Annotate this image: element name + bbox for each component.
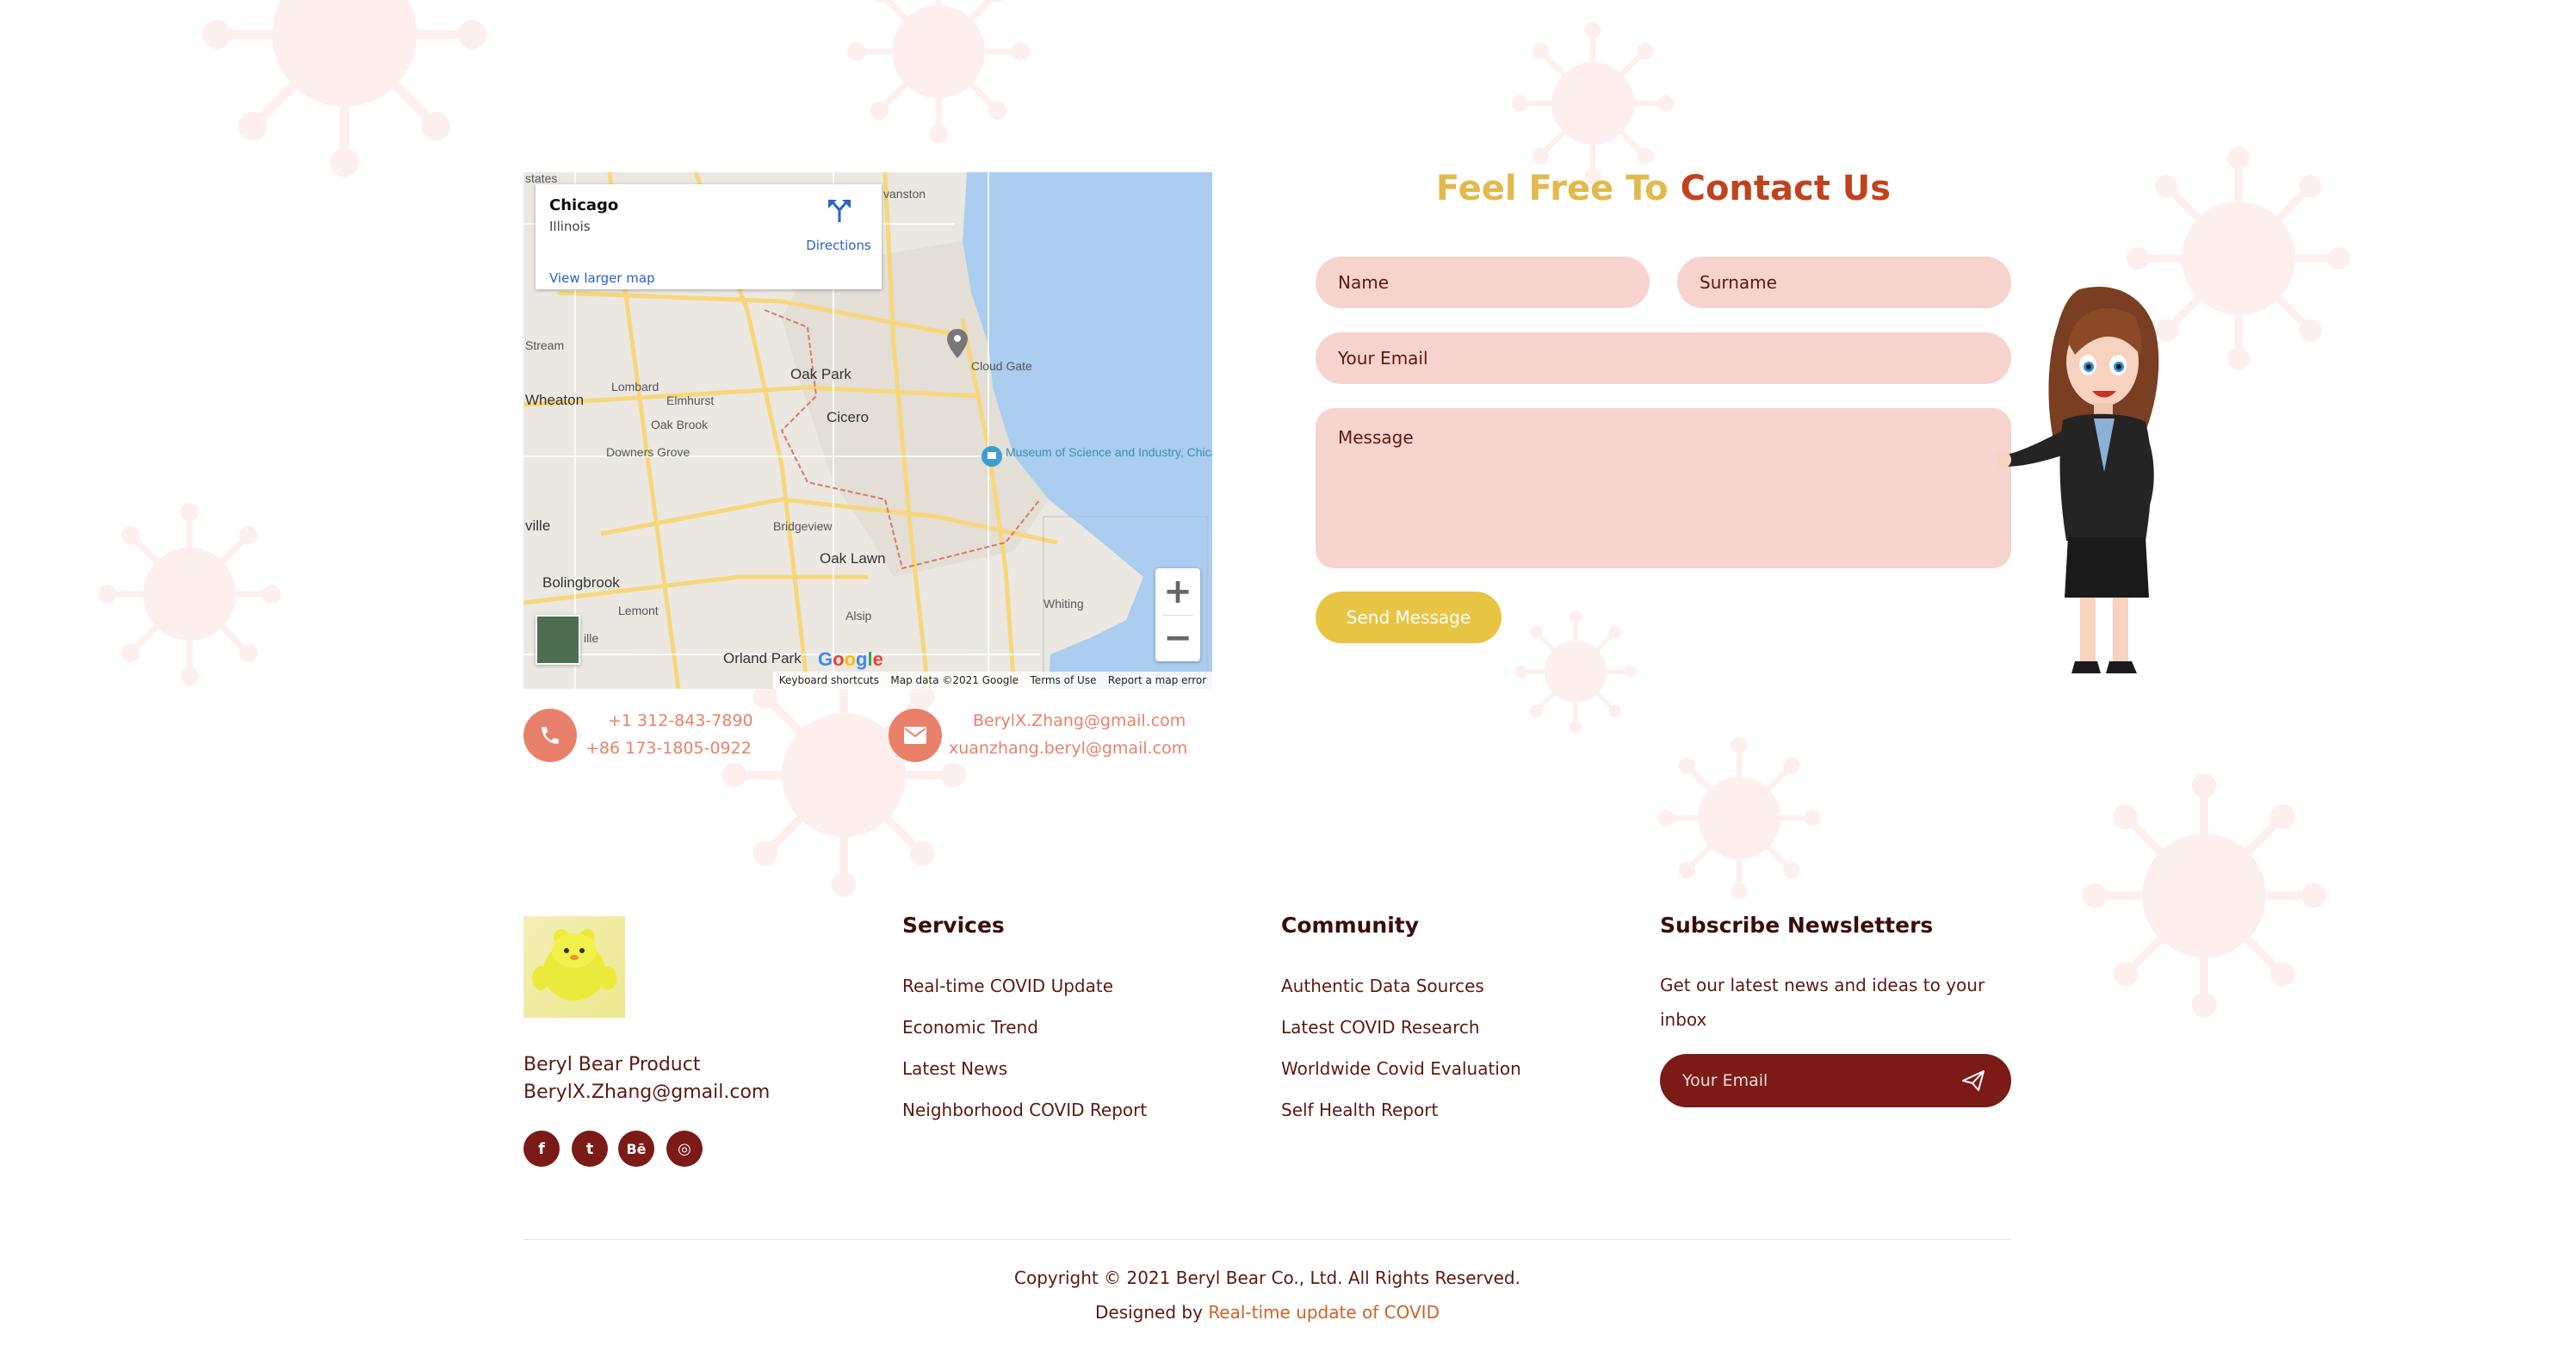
map-data-text: Map data ©2021 Google [890, 674, 1019, 686]
map-label: ville [525, 518, 550, 534]
services-link[interactable]: Latest News [902, 1058, 1007, 1079]
map-label: Cloud Gate [971, 359, 1032, 373]
send-message-button[interactable]: Send Message [1316, 592, 1502, 643]
footer-divider [523, 1239, 2011, 1240]
map-label: Lombard [611, 380, 659, 394]
behance-icon[interactable]: Bē [618, 1131, 654, 1167]
map-label: Cicero [827, 409, 869, 425]
map-label: Stream [525, 338, 564, 352]
services-heading: Services [902, 913, 1005, 938]
surname-input[interactable] [1677, 257, 2011, 308]
map-label: Downers Grove [606, 445, 690, 459]
copyright-text: Copyright © 2021 Beryl Bear Co., Ltd. Al… [1014, 1268, 1520, 1288]
phone-number-1[interactable]: +1 312-843-7890 [608, 711, 753, 730]
businesswoman-illustration [1997, 286, 2159, 673]
newsletter-heading: Subscribe Newsletters [1660, 913, 1934, 938]
map-label: Whiting [1043, 597, 1084, 611]
map-footer: Keyboard shortcuts Map data ©2021 Google… [773, 672, 1212, 689]
phone-icon [523, 709, 577, 762]
newsletter-description: Get our latest news and ideas to your in… [1660, 975, 1985, 1030]
map-label: Alsip [845, 609, 872, 623]
community-link[interactable]: Self Health Report [1281, 1100, 1438, 1120]
directions-link[interactable]: Directions [794, 238, 883, 253]
map-pin-icon [947, 329, 968, 358]
zoom-controls: + − [1155, 568, 1200, 661]
title-part-2: Contact Us [1680, 169, 1892, 208]
map-label: Wheaton [525, 392, 584, 408]
terms-link[interactable]: Terms of Use [1031, 674, 1097, 686]
map-label: Bridgeview [773, 519, 833, 533]
community-link[interactable]: Latest COVID Research [1281, 1017, 1480, 1038]
designed-by-link[interactable]: Real-time update of COVID [1208, 1302, 1440, 1323]
brand-logo [523, 916, 625, 1018]
map-label: Oak Brook [651, 418, 709, 431]
satellite-toggle[interactable] [536, 615, 580, 665]
community-link[interactable]: Worldwide Covid Evaluation [1281, 1058, 1521, 1079]
map-label: Bolingbrook [542, 574, 620, 591]
paper-plane-icon[interactable] [1961, 1069, 1985, 1092]
keyboard-shortcuts-link[interactable]: Keyboard shortcuts [779, 674, 879, 686]
brand-email[interactable]: BerylX.Zhang@gmail.com [523, 1082, 770, 1103]
designed-by: Designed by Real-time update of COVID [523, 1302, 2011, 1323]
map-label: Oak Lawn [820, 550, 886, 567]
map-label: vanston [883, 187, 926, 201]
facebook-icon[interactable]: f [523, 1131, 560, 1167]
map-label: ille [584, 631, 598, 645]
map-label: Museum of Science and Industry, Chicago [1006, 445, 1212, 459]
contact-form-title: Feel Free To Contact Us [1316, 169, 2011, 208]
map-place-region: Illinois [549, 219, 591, 234]
report-error-link[interactable]: Report a map error [1108, 674, 1206, 686]
zoom-in-icon[interactable]: + [1155, 568, 1200, 615]
name-input[interactable] [1316, 257, 1650, 308]
email-address-1[interactable]: BerylX.Zhang@gmail.com [973, 711, 1186, 730]
services-link[interactable]: Real-time COVID Update [902, 976, 1113, 996]
envelope-icon [889, 709, 942, 762]
title-part-1: Feel Free To [1435, 169, 1669, 208]
phone-number-2[interactable]: +86 173-1805-0922 [585, 739, 752, 758]
map-place-card: Chicago Illinois View larger map Directi… [536, 184, 882, 289]
google-logo: Google [818, 648, 883, 670]
brand-name: Beryl Bear Product [523, 1054, 701, 1075]
directions-icon[interactable] [827, 198, 852, 224]
map-label: Orland Park [723, 650, 802, 666]
map-label: states [525, 172, 557, 185]
message-textarea[interactable] [1316, 408, 2011, 568]
map-label: Elmhurst [666, 394, 714, 407]
services-link[interactable]: Neighborhood COVID Report [902, 1100, 1147, 1120]
community-heading: Community [1281, 913, 1420, 938]
services-link[interactable]: Economic Trend [902, 1017, 1038, 1038]
designed-by-label: Designed by [1095, 1302, 1203, 1323]
email-address-2[interactable]: xuanzhang.beryl@gmail.com [949, 739, 1187, 758]
map-place-name: Chicago [549, 196, 619, 214]
map-label: Oak Park [790, 366, 851, 382]
newsletter-form [1660, 1054, 2011, 1107]
twitter-icon[interactable]: t [572, 1131, 608, 1167]
community-link[interactable]: Authentic Data Sources [1281, 976, 1484, 996]
zoom-out-icon[interactable]: − [1155, 615, 1200, 661]
instagram-icon[interactable]: ◎ [666, 1131, 703, 1167]
email-input[interactable] [1316, 332, 2011, 384]
newsletter-email-input[interactable] [1682, 1054, 1941, 1107]
embedded-map[interactable]: states vanston Stream Elmhurst Lombard W… [523, 172, 1212, 689]
view-larger-map-link[interactable]: View larger map [549, 270, 655, 286]
museum-pin-icon [981, 446, 1002, 467]
map-label: Lemont [618, 604, 659, 617]
